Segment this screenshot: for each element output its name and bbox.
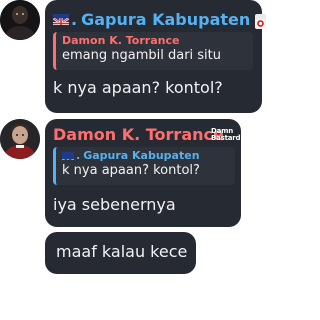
message-bubble[interactable]: maaf kalau kece — [45, 232, 196, 274]
sender-name[interactable]: Gapura Kabupaten — [81, 10, 250, 29]
quote-sender-row: . Gapura Kabupaten — [62, 149, 235, 162]
quote-sender-name: Gapura Kabupaten — [83, 149, 200, 162]
message-text: iya sebenernya — [53, 195, 176, 214]
sender-row: Damon K. Torrance — [53, 125, 224, 144]
reply-quote[interactable]: Damon K. Torrance emang ngambil dari sit… — [53, 32, 253, 70]
quote-text: emang ngambil dari situ — [62, 48, 222, 63]
sender-row: . Gapura Kabupaten — [53, 10, 267, 29]
avatar-image — [0, 119, 40, 159]
sender-prefix: . — [71, 10, 78, 29]
reply-quote[interactable]: . Gapura Kabupaten k nya apaan? kontol? — [53, 147, 235, 185]
message-text: k nya apaan? kontol? — [53, 78, 223, 97]
quote-text: k nya apaan? kontol? — [62, 163, 200, 178]
message-bubble[interactable]: . Gapura Kabupaten Damon K. Torrance ema… — [45, 0, 267, 113]
role-badge: Damn Bastard — [211, 128, 241, 142]
round-badge-icon — [255, 14, 267, 29]
avatar-image — [0, 0, 40, 40]
badge-line: Bastard — [211, 134, 241, 142]
avatar[interactable] — [0, 119, 40, 159]
quote-sender-name: Damon K. Torrance — [62, 34, 180, 47]
avatar[interactable] — [0, 0, 40, 40]
sender-name[interactable]: Damon K. Torrance — [53, 125, 224, 144]
uk-flag-icon — [62, 151, 74, 160]
chat-view: . Gapura Kabupaten Damon K. Torrance ema… — [0, 0, 267, 320]
message-text: maaf kalau kece — [56, 242, 188, 261]
quote-sender-prefix: . — [76, 149, 81, 162]
message-bubble[interactable]: Damon K. Torrance Damn Bastard . Gapura … — [45, 119, 241, 227]
uk-flag-icon — [53, 14, 69, 25]
